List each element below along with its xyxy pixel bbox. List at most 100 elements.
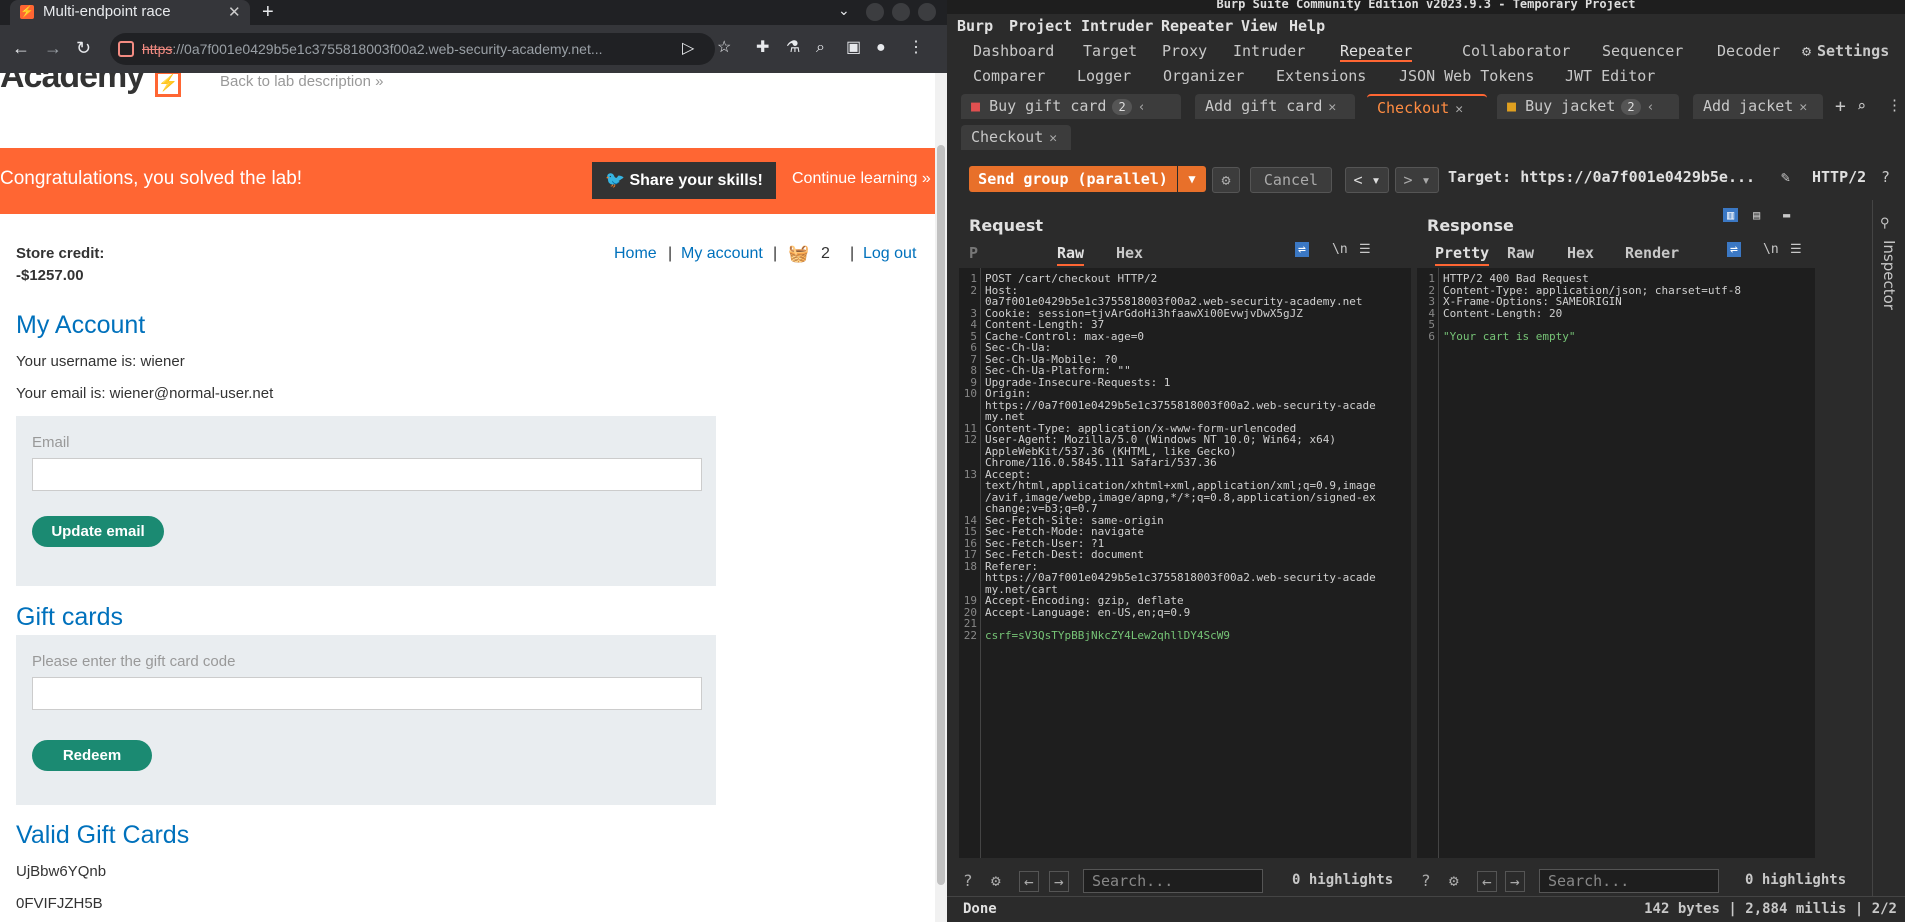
- close-tab-icon[interactable]: ✕: [1328, 100, 1336, 115]
- layout-top-bottom-icon[interactable]: ▤: [1753, 208, 1760, 222]
- wrap-lines-icon[interactable]: ⇌: [1727, 242, 1741, 257]
- repeater-tab-checkout-jacket[interactable]: Checkout ✕: [961, 125, 1071, 150]
- tab-proxy[interactable]: Proxy: [1162, 42, 1207, 60]
- newline-toggle-icon[interactable]: \n: [1332, 242, 1348, 257]
- response-tab-render[interactable]: Render: [1625, 244, 1679, 262]
- search-tabs-icon[interactable]: ⌕: [1857, 97, 1866, 115]
- continue-learning-link[interactable]: Continue learning »: [792, 170, 931, 188]
- collapse-chevron-icon[interactable]: ‹: [1647, 100, 1655, 115]
- address-bar[interactable]: https://0a7f001e0429b5e1c3755818003f00a2…: [110, 33, 715, 65]
- help-icon[interactable]: ?: [1881, 168, 1890, 186]
- http-version[interactable]: HTTP/2: [1812, 168, 1866, 186]
- nav-logout-link[interactable]: Log out: [863, 245, 916, 263]
- request-tab-raw[interactable]: Raw: [1057, 244, 1085, 266]
- settings-gear-icon[interactable]: ⚙: [1212, 167, 1240, 193]
- close-window-icon[interactable]: [918, 3, 936, 21]
- tab-target[interactable]: Target: [1083, 42, 1137, 60]
- response-tab-pretty[interactable]: Pretty: [1435, 244, 1490, 266]
- repeater-tab-add-jacket[interactable]: Add jacket ✕: [1693, 94, 1823, 119]
- tab-sequencer[interactable]: Sequencer: [1602, 42, 1683, 60]
- tab-comparer[interactable]: Comparer: [973, 67, 1045, 85]
- tab-organizer[interactable]: Organizer: [1163, 67, 1244, 85]
- nav-my-account-link[interactable]: My account: [681, 245, 763, 263]
- forward-arrow-icon[interactable]: →: [44, 39, 62, 57]
- share-skills-button[interactable]: 🐦 Share your skills!: [592, 162, 776, 199]
- tab-settings[interactable]: Settings: [1817, 42, 1889, 60]
- layout-side-by-side-icon[interactable]: ▥: [1723, 208, 1739, 222]
- response-search-input[interactable]: Search...: [1539, 869, 1719, 893]
- response-tab-hex[interactable]: Hex: [1567, 244, 1594, 262]
- search-prev-icon[interactable]: ←: [1477, 871, 1497, 892]
- tab-collaborator[interactable]: Collaborator: [1462, 42, 1570, 60]
- tab-decoder[interactable]: Decoder: [1717, 42, 1780, 60]
- response-tab-raw[interactable]: Raw: [1507, 244, 1534, 262]
- repeater-tab-group-buy-jacket[interactable]: ■ Buy jacket 2 ‹: [1497, 94, 1679, 119]
- kebab-menu-icon[interactable]: ⋮: [1887, 96, 1902, 114]
- redeem-button[interactable]: Redeem: [32, 740, 152, 771]
- nav-home-link[interactable]: Home: [614, 245, 657, 263]
- send-group-parallel-button[interactable]: Send group (parallel): [969, 166, 1177, 192]
- repeater-tab-checkout-gift[interactable]: Checkout ✕: [1367, 94, 1487, 119]
- search-icon[interactable]: ⌕: [816, 40, 825, 56]
- newline-toggle-icon[interactable]: \n: [1763, 242, 1779, 257]
- menu-repeater[interactable]: Repeater: [1161, 17, 1233, 35]
- layout-tabs-icon[interactable]: ▬: [1783, 208, 1790, 222]
- tab-dashboard[interactable]: Dashboard: [973, 42, 1054, 60]
- inspector-side-panel[interactable]: ⚲ Inspector: [1872, 200, 1905, 896]
- tab-search-chevron-icon[interactable]: ⌄: [838, 2, 850, 19]
- back-arrow-icon[interactable]: ←: [12, 39, 30, 57]
- extensions-puzzle-icon[interactable]: ✚: [756, 40, 769, 56]
- repeater-tab-group-buy-gift-card[interactable]: ■ Buy gift card 2 ‹: [961, 94, 1181, 119]
- new-tab-icon[interactable]: +: [262, 1, 274, 24]
- menu-help[interactable]: Help: [1289, 17, 1325, 35]
- maximize-window-icon[interactable]: [892, 3, 910, 21]
- update-email-button[interactable]: Update email: [32, 516, 164, 547]
- send-options-dropdown-icon[interactable]: ▼: [1178, 166, 1206, 192]
- search-next-icon[interactable]: →: [1049, 871, 1069, 892]
- back-to-lab-link[interactable]: Back to lab description »: [220, 73, 383, 90]
- menu-burp[interactable]: Burp: [957, 17, 993, 35]
- tab-repeater[interactable]: Repeater: [1340, 42, 1413, 62]
- request-tab-hex[interactable]: Hex: [1116, 244, 1143, 262]
- inspector-label[interactable]: Inspector: [1880, 240, 1898, 310]
- cart-basket-icon[interactable]: 🧺: [788, 244, 809, 264]
- side-panel-icon[interactable]: ▣: [846, 40, 861, 56]
- help-icon[interactable]: ?: [1421, 871, 1431, 890]
- response-editor[interactable]: 1 HTTP/2 400 Bad Request 2 Content-Type: ap…: [1417, 268, 1815, 858]
- close-tab-icon[interactable]: ✕: [1799, 100, 1807, 115]
- request-search-input[interactable]: Search...: [1083, 869, 1263, 893]
- search-prev-icon[interactable]: ←: [1019, 871, 1039, 892]
- cart-count[interactable]: 2: [821, 245, 830, 263]
- tab-json-web-tokens[interactable]: JSON Web Tokens: [1399, 67, 1534, 85]
- page-scrollbar-thumb[interactable]: [937, 145, 945, 885]
- history-forward-icon[interactable]: > ▾: [1395, 167, 1439, 193]
- lab-flask-icon[interactable]: ⚗: [786, 40, 800, 56]
- close-tab-icon[interactable]: ✕: [1049, 131, 1057, 146]
- insecure-warning-icon[interactable]: [118, 41, 134, 57]
- minimize-window-icon[interactable]: [866, 3, 884, 21]
- help-icon[interactable]: ?: [963, 871, 973, 890]
- kebab-menu-icon[interactable]: ⋮: [908, 40, 924, 56]
- menu-intruder[interactable]: Intruder: [1081, 17, 1153, 35]
- cancel-button[interactable]: Cancel: [1250, 167, 1332, 193]
- gift-card-input[interactable]: [32, 677, 702, 710]
- gear-icon[interactable]: ⚙: [1449, 871, 1459, 890]
- tab-jwt-editor[interactable]: JWT Editor: [1565, 67, 1655, 85]
- tab-extensions[interactable]: Extensions: [1276, 67, 1366, 85]
- menu-view[interactable]: View: [1241, 17, 1277, 35]
- close-tab-icon[interactable]: ✕: [1455, 102, 1463, 117]
- inspector-toggle-icon[interactable]: ⚲: [1880, 216, 1890, 231]
- collapse-chevron-icon[interactable]: ‹: [1138, 100, 1146, 115]
- target-url[interactable]: Target: https://0a7f001e0429b5e...: [1448, 168, 1755, 186]
- email-input[interactable]: [32, 458, 702, 491]
- repeater-tab-add-gift-card[interactable]: Add gift card ✕: [1195, 94, 1355, 119]
- bookmark-star-icon[interactable]: ☆: [717, 40, 731, 56]
- search-next-icon[interactable]: →: [1505, 871, 1525, 892]
- request-editor[interactable]: 1 POST /cart/checkout HTTP/2 2 Host: 0a7f001…: [959, 268, 1411, 858]
- profile-icon[interactable]: ●: [876, 40, 886, 56]
- editor-menu-icon[interactable]: ☰: [1359, 242, 1371, 257]
- tab-intruder[interactable]: Intruder: [1233, 42, 1305, 60]
- edit-target-pencil-icon[interactable]: ✎: [1781, 168, 1790, 186]
- add-tab-icon[interactable]: +: [1835, 96, 1846, 117]
- send-tab-icon[interactable]: ▷: [682, 41, 694, 57]
